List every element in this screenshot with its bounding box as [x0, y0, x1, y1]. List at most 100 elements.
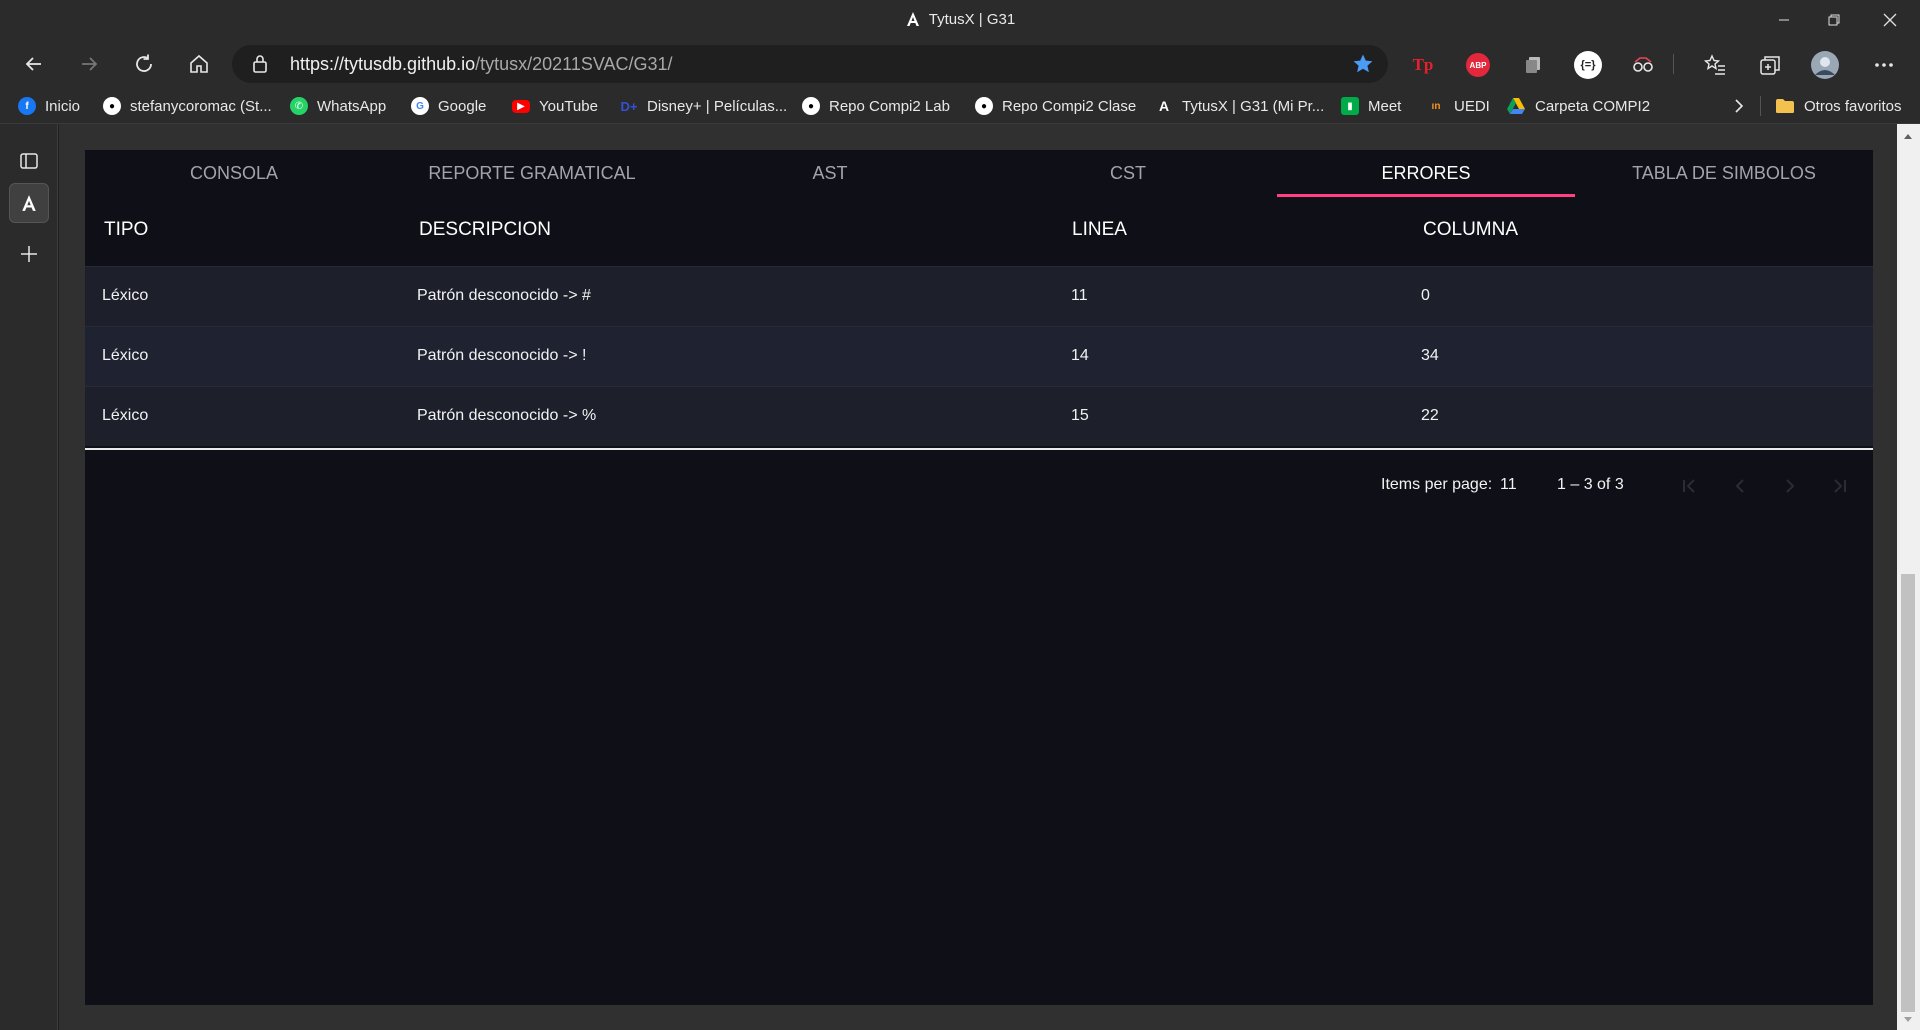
- back-button[interactable]: [16, 48, 52, 80]
- extension-incognito[interactable]: [1628, 50, 1658, 80]
- bookmark-label: Repo Compi2 Clase: [1002, 97, 1137, 115]
- folder-icon: [1776, 99, 1794, 113]
- close-window-button[interactable]: [1862, 0, 1918, 40]
- whatsapp-icon: ✆: [290, 97, 308, 115]
- page-scrollbar[interactable]: [1897, 124, 1920, 1030]
- bookmark-label: Repo Compi2 Lab: [829, 97, 950, 115]
- tab-label: REPORTE GRAMATICAL: [428, 163, 636, 183]
- bookmark-meet[interactable]: ▮ Meet: [1341, 95, 1401, 117]
- cell-tipo: Léxico: [102, 407, 149, 424]
- results-card: CONSOLA REPORTE GRAMATICAL AST CST ERROR…: [85, 150, 1873, 1005]
- bookmarks-overflow-button[interactable]: [1733, 95, 1745, 117]
- scroll-thumb[interactable]: [1901, 574, 1915, 1012]
- cell-columna: 22: [1421, 407, 1439, 424]
- home-button[interactable]: [181, 48, 217, 80]
- address-bar[interactable]: https://tytusdb.github.io/tytusx/20211SV…: [232, 45, 1388, 83]
- restore-button[interactable]: [1806, 0, 1862, 40]
- tab-label: TABLA DE SIMBOLOS: [1632, 163, 1816, 183]
- extension-tp[interactable]: Tp: [1408, 50, 1438, 80]
- bookmark-google[interactable]: G Google: [411, 95, 486, 117]
- bookmark-label: YouTube: [539, 97, 598, 115]
- scroll-down-arrow[interactable]: [1902, 1014, 1914, 1026]
- bookmark-label: Meet: [1368, 97, 1402, 115]
- extension-adblock-plus[interactable]: ABP: [1463, 50, 1493, 80]
- caret-up-icon: [1904, 134, 1912, 139]
- angular-icon: A: [1158, 98, 1170, 114]
- new-tab-button[interactable]: [9, 234, 49, 274]
- other-favorites-folder[interactable]: Otros favoritos: [1775, 95, 1902, 117]
- bookmark-github-stefany[interactable]: ● stefanycoromac (St...: [103, 95, 272, 117]
- tab-actions-button[interactable]: [9, 141, 49, 181]
- tab-errores[interactable]: ERRORES: [1277, 150, 1575, 197]
- bookmark-repo-compi2-clase[interactable]: ● Repo Compi2 Clase: [975, 95, 1136, 117]
- chevron-right-icon: [1735, 99, 1744, 113]
- tab-reporte-gramatical[interactable]: REPORTE GRAMATICAL: [383, 150, 681, 197]
- column-header-columna: COLUMNA: [1423, 219, 1519, 240]
- window-title-text: TytusX | G31: [928, 11, 1016, 28]
- cell-columna: 0: [1421, 287, 1430, 304]
- lock-icon: [253, 55, 267, 73]
- forward-button[interactable]: [71, 48, 107, 80]
- scroll-up-arrow[interactable]: [1902, 130, 1914, 142]
- table-row: Léxico Patrón desconocido -> # 11 0: [85, 266, 1873, 326]
- browser-toolbar: https://tytusdb.github.io/tytusx/20211SV…: [0, 42, 1920, 86]
- restore-icon: [1828, 14, 1840, 26]
- bookmark-uedi[interactable]: ın UEDI: [1427, 95, 1490, 117]
- extension-json[interactable]: {=}: [1573, 50, 1603, 80]
- angular-icon: [22, 195, 36, 211]
- tab-cst[interactable]: CST: [979, 150, 1277, 197]
- favorite-star-icon[interactable]: [1352, 53, 1374, 75]
- uedi-icon: ın: [1431, 100, 1441, 112]
- avatar-icon: [1811, 51, 1839, 79]
- cell-descripcion: Patrón desconocido -> #: [417, 287, 591, 304]
- extension-collections[interactable]: [1518, 50, 1548, 80]
- next-page-button[interactable]: [1778, 474, 1802, 498]
- column-header-linea: LINEA: [1072, 219, 1127, 240]
- table-divider: [85, 448, 1873, 450]
- page-range-label: 1 – 3 of 3: [1557, 476, 1624, 493]
- profile-avatar[interactable]: [1810, 50, 1840, 80]
- other-favorites-label: Otros favoritos: [1804, 97, 1902, 115]
- minimize-button[interactable]: [1756, 0, 1812, 40]
- tab-consola[interactable]: CONSOLA: [85, 150, 383, 197]
- youtube-icon: ▶: [512, 99, 530, 113]
- cell-tipo: Léxico: [102, 347, 149, 364]
- cell-linea: 15: [1071, 407, 1089, 424]
- plus-icon: [21, 246, 37, 262]
- arrow-left-icon: [25, 57, 41, 71]
- column-header-descripcion: DESCRIPCION: [419, 219, 551, 240]
- last-page-button[interactable]: [1828, 474, 1852, 498]
- first-page-icon: [1683, 479, 1695, 493]
- refresh-button[interactable]: [126, 48, 162, 80]
- favorites-button[interactable]: [1700, 50, 1730, 80]
- bookmark-label: Inicio: [45, 97, 81, 115]
- settings-menu-button[interactable]: [1869, 50, 1899, 80]
- chevron-left-icon: [1735, 479, 1744, 493]
- bookmark-tytusx[interactable]: A TytusX | G31 (Mi Pr...: [1155, 95, 1324, 117]
- bookmark-whatsapp[interactable]: ✆ WhatsApp: [290, 95, 386, 117]
- page-size-select[interactable]: 11: [1500, 476, 1517, 494]
- previous-page-button[interactable]: [1728, 474, 1752, 498]
- vertical-tab-tytusx[interactable]: [9, 183, 49, 223]
- url-path: /tytusx/20211SVAC/G31/: [475, 54, 673, 74]
- tab-ast[interactable]: AST: [681, 150, 979, 197]
- table-row: Léxico Patrón desconocido -> % 15 22: [85, 386, 1873, 446]
- bookmark-carpeta-compi2[interactable]: Carpeta COMPI2: [1506, 95, 1650, 117]
- collections-button[interactable]: [1755, 50, 1785, 80]
- first-page-button[interactable]: [1677, 474, 1701, 498]
- bookmark-repo-compi2-lab[interactable]: ● Repo Compi2 Lab: [802, 95, 950, 117]
- toolbar-divider: [1673, 54, 1674, 74]
- caret-down-icon: [1904, 1017, 1912, 1022]
- github-icon: ●: [103, 97, 121, 115]
- disney-icon: D+: [620, 98, 638, 114]
- bookmark-inicio[interactable]: f Inicio: [18, 95, 80, 117]
- tab-tabla-de-simbolos[interactable]: TABLA DE SIMBOLOS: [1575, 150, 1873, 197]
- url-text[interactable]: https://tytusdb.github.io/tytusx/20211SV…: [290, 54, 673, 75]
- github-icon: ●: [975, 97, 993, 115]
- bookmark-disney[interactable]: D+ Disney+ | Películas...: [620, 95, 788, 117]
- bookmark-label: UEDI: [1454, 97, 1490, 115]
- window-title: TytusX | G31: [0, 11, 1920, 28]
- chevron-right-icon: [1786, 479, 1795, 493]
- bookmark-youtube[interactable]: ▶ YouTube: [512, 95, 598, 117]
- tab-actions-icon: [20, 153, 38, 169]
